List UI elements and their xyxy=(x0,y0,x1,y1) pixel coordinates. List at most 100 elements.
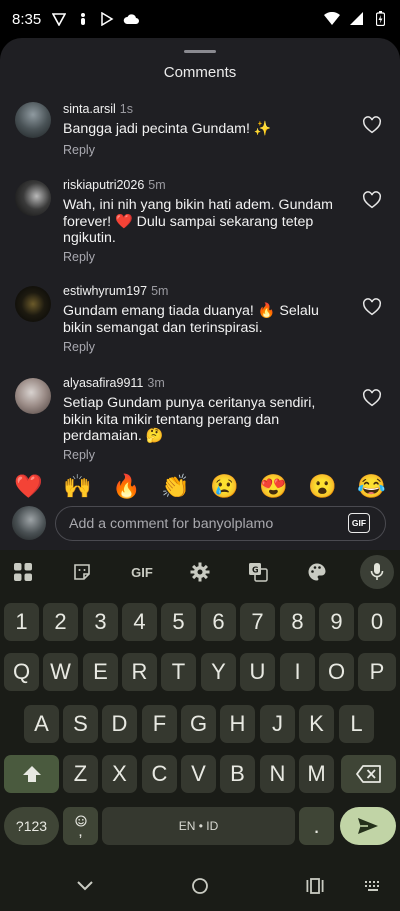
key-6[interactable]: 6 xyxy=(201,603,236,641)
key-j[interactable]: J xyxy=(260,705,295,743)
key-q[interactable]: Q xyxy=(4,653,39,691)
username-text[interactable]: estiwhyrum197 xyxy=(63,284,147,298)
key-c[interactable]: C xyxy=(142,755,177,793)
drag-handle[interactable] xyxy=(184,50,216,53)
avatar[interactable] xyxy=(15,378,51,414)
key-s[interactable]: S xyxy=(63,705,98,743)
like-heart-icon[interactable] xyxy=(362,191,382,209)
apps-grid-icon[interactable] xyxy=(10,559,36,585)
key-b[interactable]: B xyxy=(220,755,255,793)
key-3[interactable]: 3 xyxy=(83,603,118,641)
shift-key[interactable] xyxy=(4,755,59,793)
comment-input[interactable] xyxy=(55,506,386,541)
username-text[interactable]: sinta.arsil xyxy=(63,102,116,116)
key-x[interactable]: X xyxy=(102,755,137,793)
reply-button[interactable]: Reply xyxy=(63,448,95,462)
key-d[interactable]: D xyxy=(102,705,137,743)
avatar[interactable] xyxy=(15,102,51,138)
emoji-reaction-bar: ❤️ 🙌 🔥 👏 😢 😍 😮 😂 xyxy=(0,469,400,503)
emoji-crying[interactable]: 😢 xyxy=(205,473,245,500)
username-text[interactable]: riskiaputri2026 xyxy=(63,178,144,192)
key-i[interactable]: I xyxy=(280,653,315,691)
emoji-laughing[interactable]: 😂 xyxy=(352,473,392,500)
key-1[interactable]: 1 xyxy=(4,603,39,641)
backspace-icon xyxy=(355,765,381,783)
emoji-surprised[interactable]: 😮 xyxy=(303,473,343,500)
play-store-icon xyxy=(99,11,115,27)
key-l[interactable]: L xyxy=(339,705,374,743)
emoji-heart-eyes[interactable]: 😍 xyxy=(254,473,294,500)
key-t[interactable]: T xyxy=(161,653,196,691)
comment-time: 5m xyxy=(148,178,166,192)
voice-input-button[interactable] xyxy=(360,555,394,589)
key-o[interactable]: O xyxy=(319,653,354,691)
key-g[interactable]: G xyxy=(181,705,216,743)
key-e[interactable]: E xyxy=(83,653,118,691)
send-arrow-icon xyxy=(358,818,378,834)
space-bar[interactable]: EN • ID xyxy=(102,807,295,845)
key-w[interactable]: W xyxy=(43,653,78,691)
key-n[interactable]: N xyxy=(260,755,295,793)
key-2[interactable]: 2 xyxy=(43,603,78,641)
status-bar: 8:35 xyxy=(0,0,400,38)
emoji-raised-hands[interactable]: 🙌 xyxy=(58,473,98,500)
emoji-comma-key[interactable]: , xyxy=(63,807,98,845)
key-u[interactable]: U xyxy=(240,653,275,691)
key-a[interactable]: A xyxy=(24,705,59,743)
period-key[interactable]: . xyxy=(299,807,334,845)
like-heart-icon[interactable] xyxy=(362,298,382,316)
gif-toolbar-button[interactable]: GIF xyxy=(127,559,157,585)
symbols-key[interactable]: ?123 xyxy=(4,807,59,845)
keyboard-toolbar: GIF G xyxy=(0,550,400,594)
reply-button[interactable]: Reply xyxy=(63,143,95,157)
hide-keyboard-button[interactable] xyxy=(73,875,97,897)
keyboard-switch-icon xyxy=(365,881,379,891)
home-circle-icon xyxy=(192,878,208,894)
reply-button[interactable]: Reply xyxy=(63,340,95,354)
key-y[interactable]: Y xyxy=(201,653,236,691)
emoji-clap[interactable]: 👏 xyxy=(156,473,196,500)
key-4[interactable]: 4 xyxy=(122,603,157,641)
key-p[interactable]: P xyxy=(358,653,396,691)
comment-text: Gundam emang tiada duanya! 🔥 Selalu biki… xyxy=(63,303,319,336)
like-heart-icon[interactable] xyxy=(362,389,382,407)
key-8[interactable]: 8 xyxy=(280,603,315,641)
microphone-icon xyxy=(370,563,384,580)
recents-icon xyxy=(306,878,324,894)
like-heart-icon[interactable] xyxy=(362,116,382,134)
key-9[interactable]: 9 xyxy=(319,603,354,641)
emoji-heart[interactable]: ❤️ xyxy=(9,473,49,500)
key-0[interactable]: 0 xyxy=(358,603,396,641)
keyboard-switcher-button[interactable] xyxy=(361,875,385,897)
key-7[interactable]: 7 xyxy=(240,603,275,641)
avatar[interactable] xyxy=(15,180,51,216)
battery-icon xyxy=(372,10,388,26)
theme-palette-icon[interactable] xyxy=(304,559,330,585)
key-z[interactable]: Z xyxy=(63,755,98,793)
avatar[interactable] xyxy=(15,286,51,322)
gif-button[interactable]: GIF xyxy=(348,513,370,533)
key-h[interactable]: H xyxy=(220,705,255,743)
send-key[interactable] xyxy=(340,807,396,845)
key-v[interactable]: V xyxy=(181,755,216,793)
key-k[interactable]: K xyxy=(299,705,334,743)
comment-username[interactable]: riskiaputri2026 5m xyxy=(63,178,166,192)
recents-button[interactable] xyxy=(303,875,327,897)
status-time: 8:35 xyxy=(12,10,42,28)
username-text[interactable]: alyasafira9911 xyxy=(63,376,143,390)
key-5[interactable]: 5 xyxy=(161,603,196,641)
reply-button[interactable]: Reply xyxy=(63,250,95,264)
comment-username[interactable]: estiwhyrum197 5m xyxy=(63,284,168,298)
key-f[interactable]: F xyxy=(142,705,177,743)
key-r[interactable]: R xyxy=(122,653,157,691)
home-button[interactable] xyxy=(188,875,212,897)
settings-gear-icon[interactable] xyxy=(187,559,213,585)
backspace-key[interactable] xyxy=(341,755,396,793)
translate-icon[interactable]: G xyxy=(245,559,271,585)
sticker-icon[interactable] xyxy=(69,559,95,585)
comment-composer: GIF xyxy=(0,504,400,544)
comment-username[interactable]: alyasafira9911 3m xyxy=(63,376,165,390)
emoji-fire[interactable]: 🔥 xyxy=(107,473,147,500)
comment-username[interactable]: sinta.arsil 1s xyxy=(63,102,133,116)
key-m[interactable]: M xyxy=(299,755,334,793)
